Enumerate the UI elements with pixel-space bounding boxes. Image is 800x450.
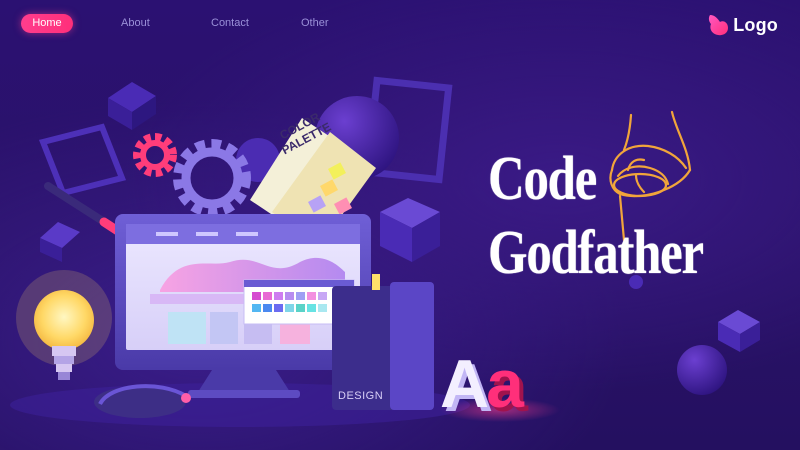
logo-text: Logo (733, 14, 778, 35)
nav-contact[interactable]: Contact (211, 14, 249, 33)
logo[interactable]: Logo (706, 12, 778, 38)
nav-home[interactable]: Home (21, 14, 73, 33)
hero-title-line2: Godfather (488, 219, 704, 287)
gear-icon (133, 133, 251, 217)
top-nav: Home About Contact Other Logo (0, 0, 800, 46)
logo-mark-icon (709, 15, 729, 36)
hero-illustration: COLOR PALETTE DESIGN Aa Code Godfather (0, 0, 800, 450)
nav-about[interactable]: About (121, 14, 150, 33)
aa-second: a (486, 346, 524, 422)
typography-aa: Aa (440, 345, 524, 423)
lightbulb-icon (16, 270, 112, 380)
hero-title-line1: Code (488, 145, 597, 213)
book-label: DESIGN (338, 390, 384, 402)
nav-other[interactable]: Other (301, 14, 329, 33)
aa-first: A (440, 346, 489, 422)
